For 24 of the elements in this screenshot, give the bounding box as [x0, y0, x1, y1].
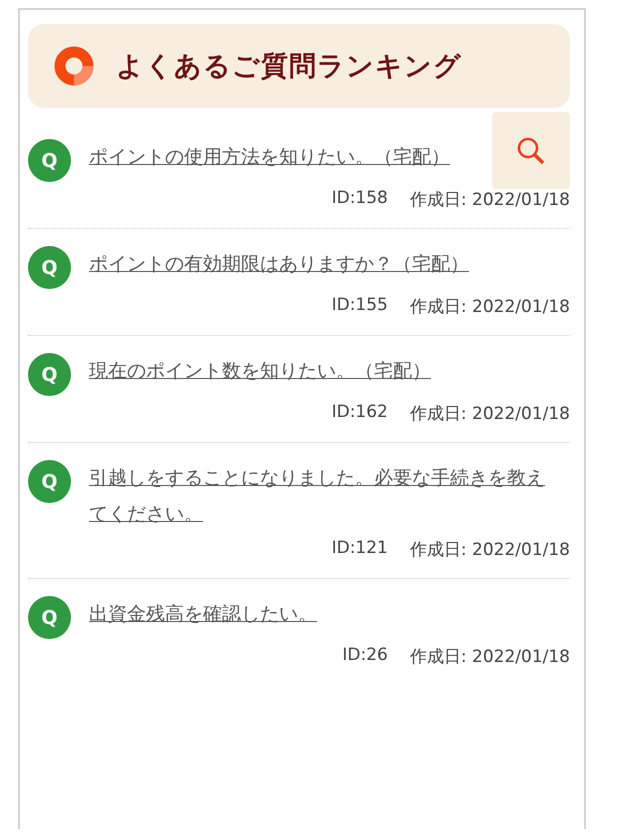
q-badge: Q — [28, 353, 71, 396]
question-link[interactable]: ポイントの使用方法を知りたい。（宅配） — [89, 139, 458, 175]
q-badge: Q — [28, 596, 71, 639]
created-date: 作成日: 2022/01/18 — [410, 403, 570, 425]
search-icon — [516, 136, 546, 166]
created-date: 作成日: 2022/01/18 — [410, 646, 570, 668]
created-date: 作成日: 2022/01/18 — [410, 296, 570, 318]
ring-icon — [54, 46, 94, 86]
section-title: よくあるご質問ランキング — [116, 50, 462, 84]
created-date: 作成日: 2022/01/18 — [410, 539, 570, 561]
question-id: ID:121 — [332, 538, 388, 560]
search-button[interactable] — [492, 112, 570, 189]
question-link[interactable]: 引越しをすることになりました。必要な手続きを教えてください。 — [89, 460, 567, 532]
q-badge: Q — [28, 139, 71, 182]
question-id: ID:162 — [332, 402, 388, 424]
question-id: ID:155 — [332, 295, 388, 317]
created-date: 作成日: 2022/01/18 — [410, 189, 570, 211]
question-id: ID:26 — [342, 645, 388, 667]
question-id: ID:158 — [332, 188, 388, 210]
q-badge: Q — [28, 246, 71, 289]
question-link[interactable]: ポイントの有効期限はありますか？（宅配） — [89, 246, 477, 282]
question-link[interactable]: 現在のポイント数を知りたい。（宅配） — [89, 353, 439, 389]
question-link[interactable]: 出資金残高を確認したい。 — [89, 596, 325, 632]
q-badge: Q — [28, 460, 71, 503]
